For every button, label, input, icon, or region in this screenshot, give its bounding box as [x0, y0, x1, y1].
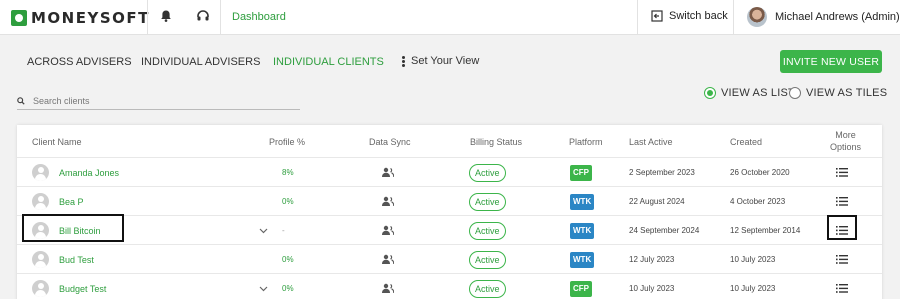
client-avatar-cell — [32, 158, 49, 187]
highlight-box-options — [827, 215, 857, 240]
bell-icon[interactable] — [159, 9, 175, 25]
data-sync-icon[interactable] — [382, 158, 394, 187]
view-as-list-label: VIEW AS LIST — [721, 87, 795, 99]
logo-mark-icon — [11, 10, 27, 26]
set-view-label: Set Your View — [411, 55, 480, 67]
header-last-active[interactable]: Last Active — [629, 137, 673, 147]
radio-empty-icon — [789, 87, 801, 99]
more-options-list-icon[interactable] — [836, 158, 848, 187]
client-name-link[interactable]: Budget Test — [59, 284, 106, 294]
tab-across-advisers[interactable]: ACROSS ADVISERS — [27, 56, 132, 68]
headset-icon[interactable] — [196, 9, 212, 25]
view-as-tiles-label: VIEW AS TILES — [806, 87, 888, 99]
search-icon — [17, 96, 25, 105]
logo-text: MONEYSOFT — [31, 9, 150, 27]
data-sync-icon[interactable] — [382, 274, 394, 299]
last-active-date: 2 September 2023 — [629, 168, 695, 177]
client-name-link[interactable]: Bud Test — [59, 255, 94, 265]
data-sync-icon[interactable] — [382, 245, 394, 274]
divider — [147, 0, 148, 35]
table-row[interactable]: Bud Test 0% Active WTK 12 July 2023 10 July 2… — [17, 244, 882, 273]
view-as-list-option[interactable]: VIEW AS LIST — [704, 87, 795, 99]
profile-percent: 0% — [282, 255, 294, 264]
client-avatar-cell — [32, 187, 49, 216]
client-avatar-icon — [32, 280, 49, 297]
platform-badge: CFP — [570, 280, 592, 297]
platform-badge: WTK — [570, 193, 595, 210]
switch-back-icon — [651, 10, 663, 22]
platform-badge: CFP — [570, 164, 592, 181]
created-date: 10 July 2023 — [730, 255, 776, 264]
created-date: 4 October 2023 — [730, 197, 786, 206]
divider — [733, 0, 734, 35]
data-sync-icon[interactable] — [382, 187, 394, 216]
header-more-line1: More — [835, 130, 856, 140]
view-as-tiles-option[interactable]: VIEW AS TILES — [789, 87, 887, 99]
last-active-date: 12 July 2023 — [629, 255, 675, 264]
profile-percent: 0% — [282, 197, 294, 206]
more-options-list-icon[interactable] — [836, 187, 848, 216]
client-avatar-icon — [32, 251, 49, 268]
header-more-line2: Options — [830, 142, 862, 152]
tab-individual-advisers[interactable]: INDIVIDUAL ADVISERS — [141, 56, 260, 68]
user-menu[interactable]: Michael Andrews (Admin) — [747, 7, 900, 27]
client-avatar-icon — [32, 164, 49, 181]
billing-status-badge: Active — [469, 163, 506, 182]
invite-new-user-button[interactable]: INVITE NEW USER — [780, 50, 882, 73]
switch-back-button[interactable]: Switch back — [651, 10, 728, 22]
tab-individual-clients[interactable]: INDIVIDUAL CLIENTS — [273, 56, 384, 68]
profile-percent: 0% — [282, 284, 294, 293]
billing-status-badge: Active — [469, 250, 506, 269]
more-options-list-icon[interactable] — [836, 274, 848, 299]
last-active-date: 22 August 2024 — [629, 197, 685, 206]
chevron-down-icon[interactable] — [259, 216, 268, 245]
last-active-date: 10 July 2023 — [629, 284, 675, 293]
profile-percent: 8% — [282, 168, 294, 177]
clients-table: Client Name Profile % Data Sync Billing … — [17, 125, 882, 299]
user-avatar — [747, 7, 767, 27]
set-your-view-button[interactable]: Set Your View — [402, 55, 479, 67]
client-avatar-cell — [32, 274, 49, 299]
header-billing-status[interactable]: Billing Status — [470, 137, 522, 147]
moneysoft-logo[interactable]: MONEYSOFT — [11, 9, 150, 27]
header-client-name[interactable]: Client Name — [32, 137, 82, 147]
created-date: 26 October 2020 — [730, 168, 790, 177]
kebab-icon — [402, 55, 405, 67]
table-row[interactable]: Budget Test 0% Active CFP 10 July 2023 10 Jul… — [17, 273, 882, 299]
divider — [220, 0, 221, 35]
client-avatar-icon — [32, 193, 49, 210]
client-avatar-cell — [32, 245, 49, 274]
table-row[interactable]: Bea P 0% Active WTK 22 August 2024 4 October … — [17, 186, 882, 215]
user-name: Michael Andrews (Admin) — [775, 11, 900, 23]
divider — [637, 0, 638, 35]
header-profile[interactable]: Profile % — [269, 137, 305, 147]
header-data-sync[interactable]: Data Sync — [369, 137, 411, 147]
header-platform[interactable]: Platform — [569, 137, 603, 147]
platform-badge: WTK — [570, 251, 595, 268]
table-row[interactable]: Amanda Jones 8% Active CFP 2 September 2023 2… — [17, 157, 882, 186]
search-input[interactable] — [33, 95, 283, 106]
table-row[interactable]: Bill Bitcoin - Active WTK 24 September 2024 1… — [17, 215, 882, 244]
last-active-date: 24 September 2024 — [629, 226, 700, 235]
client-name-link[interactable]: Amanda Jones — [59, 168, 119, 178]
more-options-list-icon[interactable] — [836, 245, 848, 274]
billing-status-badge: Active — [469, 279, 506, 298]
platform-badge: WTK — [570, 222, 595, 239]
data-sync-icon[interactable] — [382, 216, 394, 245]
top-bar: MONEYSOFT Dashboard Switch back Michael … — [0, 0, 900, 35]
switch-back-label: Switch back — [669, 10, 728, 22]
created-date: 12 September 2014 — [730, 226, 801, 235]
created-date: 10 July 2023 — [730, 284, 776, 293]
billing-status-badge: Active — [469, 221, 506, 240]
dashboard-link[interactable]: Dashboard — [232, 11, 286, 23]
profile-percent: - — [282, 226, 285, 235]
highlight-box-client — [22, 214, 124, 242]
billing-status-badge: Active — [469, 192, 506, 211]
search-bar — [17, 92, 300, 110]
header-created[interactable]: Created — [730, 137, 762, 147]
header-more-options: More Options — [830, 129, 861, 153]
chevron-down-icon[interactable] — [259, 274, 268, 299]
radio-selected-icon — [704, 87, 716, 99]
client-name-link[interactable]: Bea P — [59, 197, 84, 207]
